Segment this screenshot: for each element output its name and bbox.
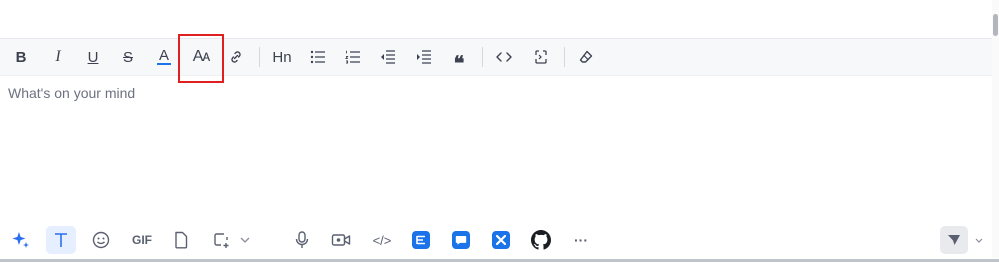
toolbar-divider (482, 47, 483, 67)
font-color-button[interactable]: A (151, 45, 177, 69)
link-button[interactable] (223, 45, 249, 69)
quote-button[interactable]: ❝ (446, 45, 472, 75)
gif-button[interactable]: GIF (126, 226, 158, 254)
code-brackets-icon (496, 52, 512, 62)
github-icon (531, 230, 551, 250)
app-button-3[interactable] (487, 226, 515, 254)
chat-app-icon (452, 231, 470, 249)
emoji-icon (92, 231, 110, 249)
window-bottom-border (0, 259, 999, 262)
font-color-swatch (157, 63, 171, 65)
file-icon (175, 231, 188, 249)
attach-file-button[interactable] (167, 226, 195, 254)
github-button[interactable] (527, 226, 555, 254)
indent-icon (417, 50, 431, 64)
screenshot-options-dropdown[interactable] (234, 226, 256, 254)
compose-toolbar: GIF </> ··· (0, 222, 999, 258)
screenshot-button[interactable] (207, 226, 235, 254)
toolbar-divider (564, 47, 565, 67)
video-camera-icon (331, 234, 351, 246)
bulleted-list-button[interactable] (305, 45, 331, 69)
text-formatting-toggle[interactable] (46, 226, 76, 254)
notes-app-icon (412, 231, 430, 249)
emoji-button[interactable] (87, 226, 115, 254)
format-toolbar: B I U S A Aᴀ Hn ❝ (0, 39, 992, 76)
send-icon (948, 235, 960, 245)
chevron-down-icon (975, 238, 983, 243)
screenshot-icon (214, 233, 229, 248)
editor-placeholder: What's on your mind (8, 85, 136, 101)
link-icon (231, 51, 241, 63)
italic-button[interactable]: I (45, 45, 71, 69)
code-snippet-button[interactable]: </> (366, 226, 398, 254)
integration-app-icon (492, 231, 510, 249)
underline-button[interactable]: U (80, 45, 106, 69)
more-options-button[interactable]: ··· (567, 226, 595, 254)
bold-button[interactable]: B (8, 45, 34, 69)
inline-code-button[interactable] (491, 45, 517, 69)
increase-indent-button[interactable] (411, 45, 437, 69)
scrollbar-track[interactable] (992, 0, 999, 258)
sparkle-icon (12, 232, 29, 248)
code-block-icon (535, 50, 547, 64)
chevron-down-icon (240, 237, 250, 243)
strikethrough-button[interactable]: S (115, 45, 141, 69)
font-color-letter: A (158, 47, 169, 64)
ai-assist-button[interactable] (7, 226, 35, 254)
decrease-indent-button[interactable] (375, 45, 401, 69)
message-header-area (0, 0, 992, 39)
voice-message-button[interactable] (288, 226, 316, 254)
app-button-1[interactable] (407, 226, 435, 254)
scrollbar-thumb[interactable] (993, 14, 998, 36)
send-options-dropdown[interactable] (972, 226, 986, 254)
message-editor[interactable]: What's on your mind (0, 76, 992, 216)
microphone-icon (295, 231, 309, 248)
numbered-list-button[interactable] (340, 45, 366, 69)
clear-formatting-button[interactable] (573, 45, 599, 69)
toolbar-divider (259, 47, 260, 67)
video-message-button[interactable] (327, 226, 355, 254)
code-block-button[interactable] (528, 45, 554, 69)
send-button[interactable] (940, 226, 968, 254)
font-size-button[interactable]: Aᴀ (187, 45, 215, 69)
app-button-2[interactable] (447, 226, 475, 254)
heading-button[interactable]: Hn (268, 45, 296, 69)
numbered-list-icon (345, 50, 360, 64)
text-t-icon (55, 233, 67, 247)
bulleted-list-icon (310, 50, 325, 64)
eraser-icon (579, 50, 593, 63)
outdent-icon (381, 50, 395, 64)
